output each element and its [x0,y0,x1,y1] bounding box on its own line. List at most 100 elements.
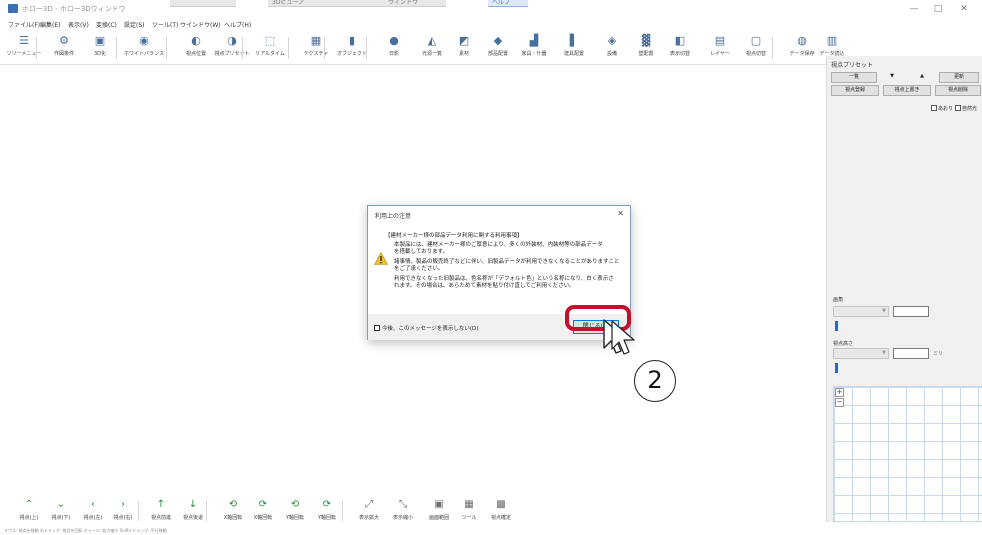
rotate-x-icon: ⟲ [228,499,238,510]
menu-window[interactable]: ウインドウ(W) [180,20,221,29]
close-window-button[interactable]: ✕ [952,2,976,16]
navigation-toolbar: ⌃ 視点(上) ⌄ 視点(下) ‹ 視点(左) › 視点(右) ↑ 視点前進 ↓ 視点後退 ⟲ X軸回転 ⟳… [0,497,826,527]
menu-convert[interactable]: 変換(C) [96,20,117,29]
nav-button-0[interactable]: ⌃ 視点(上) [12,499,46,525]
background-window-tab[interactable]: ヘルプ [488,0,528,7]
plan-grid-view[interactable] [833,386,982,522]
nav-button-4[interactable]: ↑ 視点前進 [144,499,178,525]
toolbar-button-label: 3D化 [93,51,107,57]
reset-icon: ▩ [496,499,506,510]
toolbar-separator [288,37,289,59]
move-up-button[interactable]: ▲ [907,72,937,83]
window-title: ホロー3D - ホロー3Dウィンドウ [22,5,126,13]
save-view-icon: ▢ [750,34,762,47]
toolbar-button-6[interactable]: ⬚ リアルタイム [250,33,290,63]
minimize-button[interactable]: — [902,2,926,16]
maximize-button[interactable]: □ [926,2,950,16]
natural-light-checkbox[interactable]: 自然光 [955,105,977,112]
nav-button-1[interactable]: ⌄ 視点(下) [44,499,78,525]
furniture-icon: ▟ [529,34,539,47]
toolbar-button-label: 建具配置 [563,51,584,57]
toolbar-button-12[interactable]: ◆ 部品配置 [478,33,518,63]
height-select[interactable]: ▼ [833,348,889,359]
zoom-in-button[interactable]: + [835,388,844,397]
toolbar-button-13[interactable]: ▟ 家具・什器 [514,33,554,63]
dont-show-again-checkbox[interactable]: 今後、このメッセージを表示しない(D) [374,324,478,332]
toolbar-button-1[interactable]: ⚙ 作図条件 [44,33,84,63]
nav-button-11[interactable]: ⤡ 表示縮小 [386,499,420,525]
toolbar-button-label: レイヤー [710,51,730,57]
nav-button-7[interactable]: ⟳ X軸回転 [246,499,280,525]
nav-button-8[interactable]: ⟲ Y軸回転 [278,499,312,525]
background-window-tab[interactable]: 3Dビューア [268,0,384,7]
dialog-heading: 【建材メーカー様の部品データ利用に関する利用事項】 [385,233,523,239]
delete-view-button[interactable]: 視点削除 [935,85,981,96]
nav-button-10[interactable]: ⤢ 表示拡大 [352,499,386,525]
overwrite-view-button[interactable]: 視点上書き [883,85,931,96]
register-view-button[interactable]: 視点登録 [831,85,879,96]
background-window-tab[interactable]: ウィンドウ [384,0,446,7]
toolbar-button-18[interactable]: ▤ レイヤー [700,33,740,63]
menu-icon: ☰ [19,34,29,47]
left-arrow-icon: ‹ [91,499,95,510]
toolbar-button-7[interactable]: ▦ テクスチャ [296,33,336,63]
dialog-text-line: を搭載しております。 [394,249,449,255]
nav-button-12[interactable]: ▣ 画面範囲 [422,499,456,525]
nav-button-2[interactable]: ‹ 視点(左) [76,499,110,525]
nav-button-14[interactable]: ▩ 視点確定 [484,499,518,525]
nav-button-5[interactable]: ↓ 視点後退 [176,499,210,525]
toolbar-button-5[interactable]: ◑ 視点プリセット [212,33,252,63]
nav-button-label: 視点確定 [490,515,511,521]
toolbar-button-19[interactable]: ▢ 視点切替 [736,33,776,63]
toolbar-button-9[interactable]: ● 日影 [374,33,414,63]
zoom-out-icon: ⤡ [399,499,407,510]
height-input[interactable] [893,348,929,359]
toolbar-button-0[interactable]: ☰ ツリーメニュー [4,33,44,63]
nav-button-13[interactable]: ▦ ツール [452,499,486,525]
toolbar-separator [324,37,325,59]
toolbar-button-label: テクスチャ [303,51,329,57]
toolbar-button-14[interactable]: ▌ 建具配置 [554,33,594,63]
update-button[interactable]: 更新 [939,72,979,83]
nav-button-label: 視点(右) [113,515,133,521]
toolbar-button-2[interactable]: ▣ 3D化 [80,33,120,63]
menu-bar: ファイル(F) 編集(E) 表示(V) 変換(C) 設定(S) ツール(T) ウ… [0,18,982,31]
height-slider[interactable] [835,363,838,373]
tilt-checkbox[interactable]: あおり [931,105,953,112]
angle-select[interactable]: ▼ [833,306,889,317]
menu-help[interactable]: ヘルプ(H) [224,20,251,29]
zoom-out-button[interactable]: − [835,398,844,407]
toolbar-button-label: 表示切替 [669,51,690,57]
angle-label: 画角 [833,297,844,303]
nav-button-6[interactable]: ⟲ X軸回転 [216,499,250,525]
nav-button-label: Y軸回転 [317,515,337,521]
step-number-callout: 2 [634,360,676,402]
toolbar-separator [116,37,117,59]
menu-file[interactable]: ファイル(F) [8,20,40,29]
tool-icon: ▦ [464,499,474,510]
background-window-strip [170,0,236,7]
menu-view[interactable]: 表示(V) [68,20,89,29]
fitting-icon: ▌ [569,34,579,47]
angle-slider[interactable] [835,321,838,331]
layer-icon: ▤ [714,34,726,47]
toolbar-button-label: ツリーメニュー [6,51,42,57]
menu-tools[interactable]: ツール(T) [152,20,178,29]
toolbar-button-3[interactable]: ◉ ホワイトバランス [124,33,164,63]
nav-button-9[interactable]: ⟳ Y軸回転 [310,499,344,525]
toolbar-separator [366,37,367,59]
toolbar-button-17[interactable]: ◧ 表示切替 [660,33,700,63]
toolbar-button-4[interactable]: ◐ 視点位置 [176,33,216,63]
nav-button-3[interactable]: › 視点(右) [106,499,140,525]
dialog-text-line: れます。その場合は、あらためて素材を貼り付け直してご利用ください。 [394,283,575,289]
menu-edit[interactable]: 編集(E) [40,20,60,29]
toolbar-separator [36,37,37,59]
menu-settings[interactable]: 設定(S) [124,20,145,29]
wall-icon: ▓ [641,34,651,47]
angle-input[interactable] [893,306,929,317]
move-down-button[interactable]: ▼ [877,72,907,83]
list-button[interactable]: 一覧 [831,72,877,83]
nav-separator [138,501,139,521]
dialog-close-icon[interactable]: ✕ [617,209,624,218]
up-arrow-icon: ⌃ [24,499,34,510]
